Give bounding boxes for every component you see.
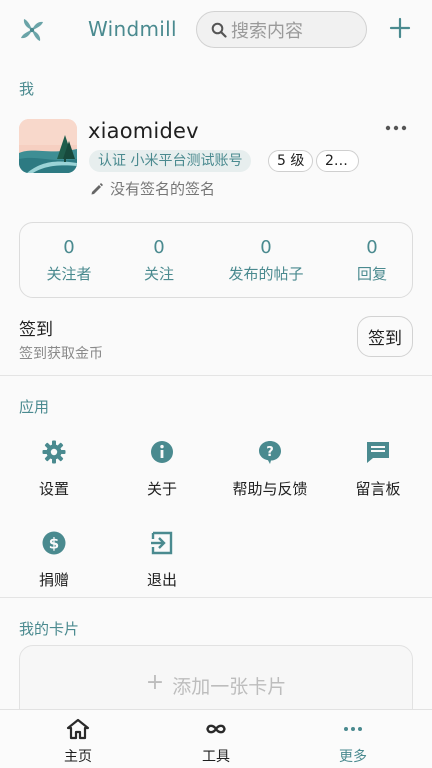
app-about[interactable]: 关于 xyxy=(108,439,216,499)
nav-label: 工具 xyxy=(202,749,230,765)
add-card-label: 添加一张卡片 xyxy=(172,676,287,698)
app-label: 设置 xyxy=(38,480,69,498)
app-label: 帮助与反馈 xyxy=(232,480,308,498)
level-badge: 5 级 xyxy=(268,150,314,172)
search-input[interactable]: 搜索内容 xyxy=(196,11,367,48)
stat-number: 0 xyxy=(153,237,165,258)
avatar[interactable] xyxy=(19,119,77,173)
stats-card: 0 关注者 0 关注 0 发布的帖子 0 回复 xyxy=(19,222,413,298)
stat-number: 0 xyxy=(366,237,378,258)
section-label-apps: 应用 xyxy=(19,398,50,416)
section-label-me: 我 xyxy=(19,80,35,98)
stat-following[interactable]: 0 关注 xyxy=(109,237,209,284)
svg-text:?: ? xyxy=(266,445,274,460)
nav-home[interactable]: 主页 xyxy=(33,718,123,766)
app-label: 留言板 xyxy=(355,480,401,498)
search-icon xyxy=(211,22,227,38)
stat-posts[interactable]: 0 发布的帖子 xyxy=(216,237,316,284)
logout-icon xyxy=(151,531,173,555)
signature-text: 没有签名的签名 xyxy=(110,180,216,198)
section-label-cards: 我的卡片 xyxy=(19,620,80,638)
stat-label: 发布的帖子 xyxy=(228,265,304,283)
verified-badge: 认证 小米平台测试账号 xyxy=(89,150,252,172)
signin-subtitle: 签到获取金币 xyxy=(19,346,103,362)
app-logout[interactable]: 退出 xyxy=(108,530,216,590)
windmill-icon[interactable] xyxy=(17,15,47,45)
signature[interactable]: 没有签名的签名 xyxy=(90,178,215,199)
divider xyxy=(0,375,432,376)
divider xyxy=(0,597,432,598)
stat-label: 关注者 xyxy=(46,265,92,283)
app-label: 捐赠 xyxy=(38,571,69,589)
more-dots-icon xyxy=(344,727,362,731)
home-icon xyxy=(66,718,90,740)
gear-icon xyxy=(42,440,66,464)
plus-icon[interactable] xyxy=(388,16,412,40)
nav-tools[interactable]: 工具 xyxy=(171,718,261,766)
app-title: Windmill xyxy=(88,17,177,41)
bottom-nav: 主页 工具 更多 xyxy=(0,709,432,768)
app-label: 退出 xyxy=(146,571,177,589)
dollar-icon: $ xyxy=(42,531,66,555)
stat-followers[interactable]: 0 关注者 xyxy=(19,237,119,284)
infinity-icon xyxy=(206,724,226,734)
app-help-feedback[interactable]: ? 帮助与反馈 xyxy=(216,439,324,499)
app-header: Windmill 搜索内容 xyxy=(0,0,432,60)
stat-number: 0 xyxy=(63,237,75,258)
nav-label: 主页 xyxy=(64,749,92,765)
message-board-icon xyxy=(367,442,389,463)
pencil-icon xyxy=(91,182,103,194)
help-icon: ? xyxy=(259,441,281,464)
app-label: 关于 xyxy=(146,480,177,498)
count-badge: 2… xyxy=(316,150,359,172)
username: xiaomidev xyxy=(88,119,199,143)
search-placeholder: 搜索内容 xyxy=(231,20,303,42)
plus-icon: + xyxy=(145,670,165,695)
app-settings[interactable]: 设置 xyxy=(0,439,108,499)
nav-more[interactable]: 更多 xyxy=(308,718,398,766)
signin-button[interactable]: 签到 xyxy=(357,316,413,357)
svg-text:$: $ xyxy=(49,535,59,553)
app-donate[interactable]: $ 捐赠 xyxy=(0,530,108,590)
stat-label: 关注 xyxy=(143,265,174,283)
nav-label: 更多 xyxy=(339,749,367,765)
stat-replies[interactable]: 0 回复 xyxy=(322,237,422,284)
stat-label: 回复 xyxy=(356,265,387,283)
stat-number: 0 xyxy=(260,237,272,258)
more-options-icon[interactable] xyxy=(382,120,410,136)
app-message-board[interactable]: 留言板 xyxy=(324,439,432,499)
signin-title: 签到 xyxy=(19,320,53,340)
info-icon xyxy=(151,441,173,463)
